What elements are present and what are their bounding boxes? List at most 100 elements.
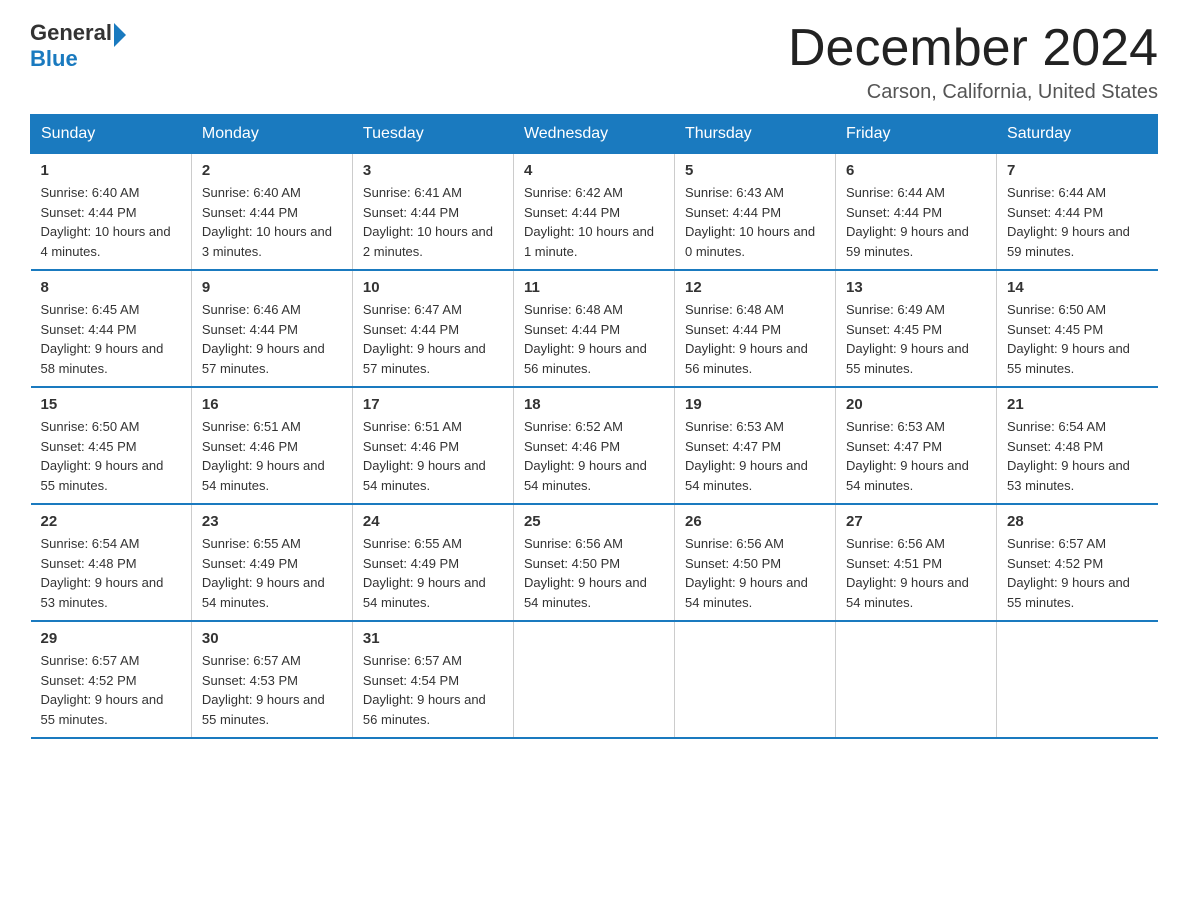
day-info: Sunrise: 6:57 AMSunset: 4:52 PMDaylight:… [1007, 536, 1130, 610]
table-row: 6 Sunrise: 6:44 AMSunset: 4:44 PMDayligh… [836, 154, 997, 271]
day-number: 24 [363, 513, 503, 530]
day-info: Sunrise: 6:48 AMSunset: 4:44 PMDaylight:… [685, 302, 808, 376]
day-number: 14 [1007, 279, 1147, 296]
day-info: Sunrise: 6:48 AMSunset: 4:44 PMDaylight:… [524, 302, 647, 376]
month-title: December 2024 [788, 20, 1158, 77]
table-row: 12 Sunrise: 6:48 AMSunset: 4:44 PMDaylig… [674, 270, 835, 387]
title-section: December 2024 Carson, California, United… [788, 20, 1158, 104]
day-info: Sunrise: 6:46 AMSunset: 4:44 PMDaylight:… [202, 302, 325, 376]
table-row: 27 Sunrise: 6:56 AMSunset: 4:51 PMDaylig… [836, 504, 997, 621]
day-info: Sunrise: 6:56 AMSunset: 4:50 PMDaylight:… [685, 536, 808, 610]
day-info: Sunrise: 6:41 AMSunset: 4:44 PMDaylight:… [363, 185, 493, 259]
table-row: 18 Sunrise: 6:52 AMSunset: 4:46 PMDaylig… [513, 387, 674, 504]
day-info: Sunrise: 6:57 AMSunset: 4:53 PMDaylight:… [202, 653, 325, 727]
logo: General Blue [30, 20, 126, 72]
table-row: 10 Sunrise: 6:47 AMSunset: 4:44 PMDaylig… [352, 270, 513, 387]
calendar-table: Sunday Monday Tuesday Wednesday Thursday… [30, 114, 1158, 739]
day-number: 13 [846, 279, 986, 296]
day-info: Sunrise: 6:47 AMSunset: 4:44 PMDaylight:… [363, 302, 486, 376]
header-friday: Friday [836, 115, 997, 154]
table-row: 20 Sunrise: 6:53 AMSunset: 4:47 PMDaylig… [836, 387, 997, 504]
day-info: Sunrise: 6:44 AMSunset: 4:44 PMDaylight:… [846, 185, 969, 259]
table-row [836, 621, 997, 738]
calendar-week-row: 1 Sunrise: 6:40 AMSunset: 4:44 PMDayligh… [31, 154, 1158, 271]
calendar-week-row: 22 Sunrise: 6:54 AMSunset: 4:48 PMDaylig… [31, 504, 1158, 621]
table-row: 3 Sunrise: 6:41 AMSunset: 4:44 PMDayligh… [352, 154, 513, 271]
page-header: General Blue December 2024 Carson, Calif… [30, 20, 1158, 104]
table-row: 17 Sunrise: 6:51 AMSunset: 4:46 PMDaylig… [352, 387, 513, 504]
table-row: 23 Sunrise: 6:55 AMSunset: 4:49 PMDaylig… [191, 504, 352, 621]
location-subtitle: Carson, California, United States [788, 81, 1158, 104]
table-row: 7 Sunrise: 6:44 AMSunset: 4:44 PMDayligh… [997, 154, 1158, 271]
day-number: 17 [363, 396, 503, 413]
day-number: 30 [202, 630, 342, 647]
header-thursday: Thursday [674, 115, 835, 154]
table-row: 5 Sunrise: 6:43 AMSunset: 4:44 PMDayligh… [674, 154, 835, 271]
day-number: 25 [524, 513, 664, 530]
table-row: 26 Sunrise: 6:56 AMSunset: 4:50 PMDaylig… [674, 504, 835, 621]
day-number: 31 [363, 630, 503, 647]
day-number: 26 [685, 513, 825, 530]
logo-general-text: General [30, 20, 112, 46]
day-number: 28 [1007, 513, 1147, 530]
day-number: 5 [685, 162, 825, 179]
table-row: 30 Sunrise: 6:57 AMSunset: 4:53 PMDaylig… [191, 621, 352, 738]
header-wednesday: Wednesday [513, 115, 674, 154]
table-row [997, 621, 1158, 738]
logo-blue-text: Blue [30, 46, 78, 72]
day-number: 21 [1007, 396, 1147, 413]
day-info: Sunrise: 6:52 AMSunset: 4:46 PMDaylight:… [524, 419, 647, 493]
day-info: Sunrise: 6:55 AMSunset: 4:49 PMDaylight:… [363, 536, 486, 610]
day-info: Sunrise: 6:55 AMSunset: 4:49 PMDaylight:… [202, 536, 325, 610]
table-row: 29 Sunrise: 6:57 AMSunset: 4:52 PMDaylig… [31, 621, 192, 738]
table-row: 24 Sunrise: 6:55 AMSunset: 4:49 PMDaylig… [352, 504, 513, 621]
day-number: 16 [202, 396, 342, 413]
day-info: Sunrise: 6:54 AMSunset: 4:48 PMDaylight:… [1007, 419, 1130, 493]
header-monday: Monday [191, 115, 352, 154]
day-info: Sunrise: 6:43 AMSunset: 4:44 PMDaylight:… [685, 185, 815, 259]
day-info: Sunrise: 6:56 AMSunset: 4:51 PMDaylight:… [846, 536, 969, 610]
day-info: Sunrise: 6:56 AMSunset: 4:50 PMDaylight:… [524, 536, 647, 610]
table-row: 2 Sunrise: 6:40 AMSunset: 4:44 PMDayligh… [191, 154, 352, 271]
day-number: 18 [524, 396, 664, 413]
calendar-week-row: 8 Sunrise: 6:45 AMSunset: 4:44 PMDayligh… [31, 270, 1158, 387]
day-number: 29 [41, 630, 181, 647]
day-number: 7 [1007, 162, 1147, 179]
day-number: 22 [41, 513, 181, 530]
table-row: 4 Sunrise: 6:42 AMSunset: 4:44 PMDayligh… [513, 154, 674, 271]
table-row [513, 621, 674, 738]
table-row: 28 Sunrise: 6:57 AMSunset: 4:52 PMDaylig… [997, 504, 1158, 621]
day-info: Sunrise: 6:42 AMSunset: 4:44 PMDaylight:… [524, 185, 654, 259]
day-number: 2 [202, 162, 342, 179]
calendar-header-row: Sunday Monday Tuesday Wednesday Thursday… [31, 115, 1158, 154]
day-info: Sunrise: 6:40 AMSunset: 4:44 PMDaylight:… [202, 185, 332, 259]
day-number: 27 [846, 513, 986, 530]
day-info: Sunrise: 6:51 AMSunset: 4:46 PMDaylight:… [202, 419, 325, 493]
table-row [674, 621, 835, 738]
table-row: 25 Sunrise: 6:56 AMSunset: 4:50 PMDaylig… [513, 504, 674, 621]
day-number: 19 [685, 396, 825, 413]
day-info: Sunrise: 6:44 AMSunset: 4:44 PMDaylight:… [1007, 185, 1130, 259]
day-info: Sunrise: 6:53 AMSunset: 4:47 PMDaylight:… [846, 419, 969, 493]
header-sunday: Sunday [31, 115, 192, 154]
day-info: Sunrise: 6:51 AMSunset: 4:46 PMDaylight:… [363, 419, 486, 493]
calendar-week-row: 15 Sunrise: 6:50 AMSunset: 4:45 PMDaylig… [31, 387, 1158, 504]
header-tuesday: Tuesday [352, 115, 513, 154]
calendar-week-row: 29 Sunrise: 6:57 AMSunset: 4:52 PMDaylig… [31, 621, 1158, 738]
day-info: Sunrise: 6:50 AMSunset: 4:45 PMDaylight:… [1007, 302, 1130, 376]
table-row: 21 Sunrise: 6:54 AMSunset: 4:48 PMDaylig… [997, 387, 1158, 504]
table-row: 31 Sunrise: 6:57 AMSunset: 4:54 PMDaylig… [352, 621, 513, 738]
table-row: 8 Sunrise: 6:45 AMSunset: 4:44 PMDayligh… [31, 270, 192, 387]
day-info: Sunrise: 6:50 AMSunset: 4:45 PMDaylight:… [41, 419, 164, 493]
table-row: 19 Sunrise: 6:53 AMSunset: 4:47 PMDaylig… [674, 387, 835, 504]
table-row: 15 Sunrise: 6:50 AMSunset: 4:45 PMDaylig… [31, 387, 192, 504]
day-number: 20 [846, 396, 986, 413]
day-info: Sunrise: 6:57 AMSunset: 4:54 PMDaylight:… [363, 653, 486, 727]
header-saturday: Saturday [997, 115, 1158, 154]
day-number: 23 [202, 513, 342, 530]
table-row: 13 Sunrise: 6:49 AMSunset: 4:45 PMDaylig… [836, 270, 997, 387]
table-row: 9 Sunrise: 6:46 AMSunset: 4:44 PMDayligh… [191, 270, 352, 387]
table-row: 1 Sunrise: 6:40 AMSunset: 4:44 PMDayligh… [31, 154, 192, 271]
day-number: 6 [846, 162, 986, 179]
day-number: 11 [524, 279, 664, 296]
